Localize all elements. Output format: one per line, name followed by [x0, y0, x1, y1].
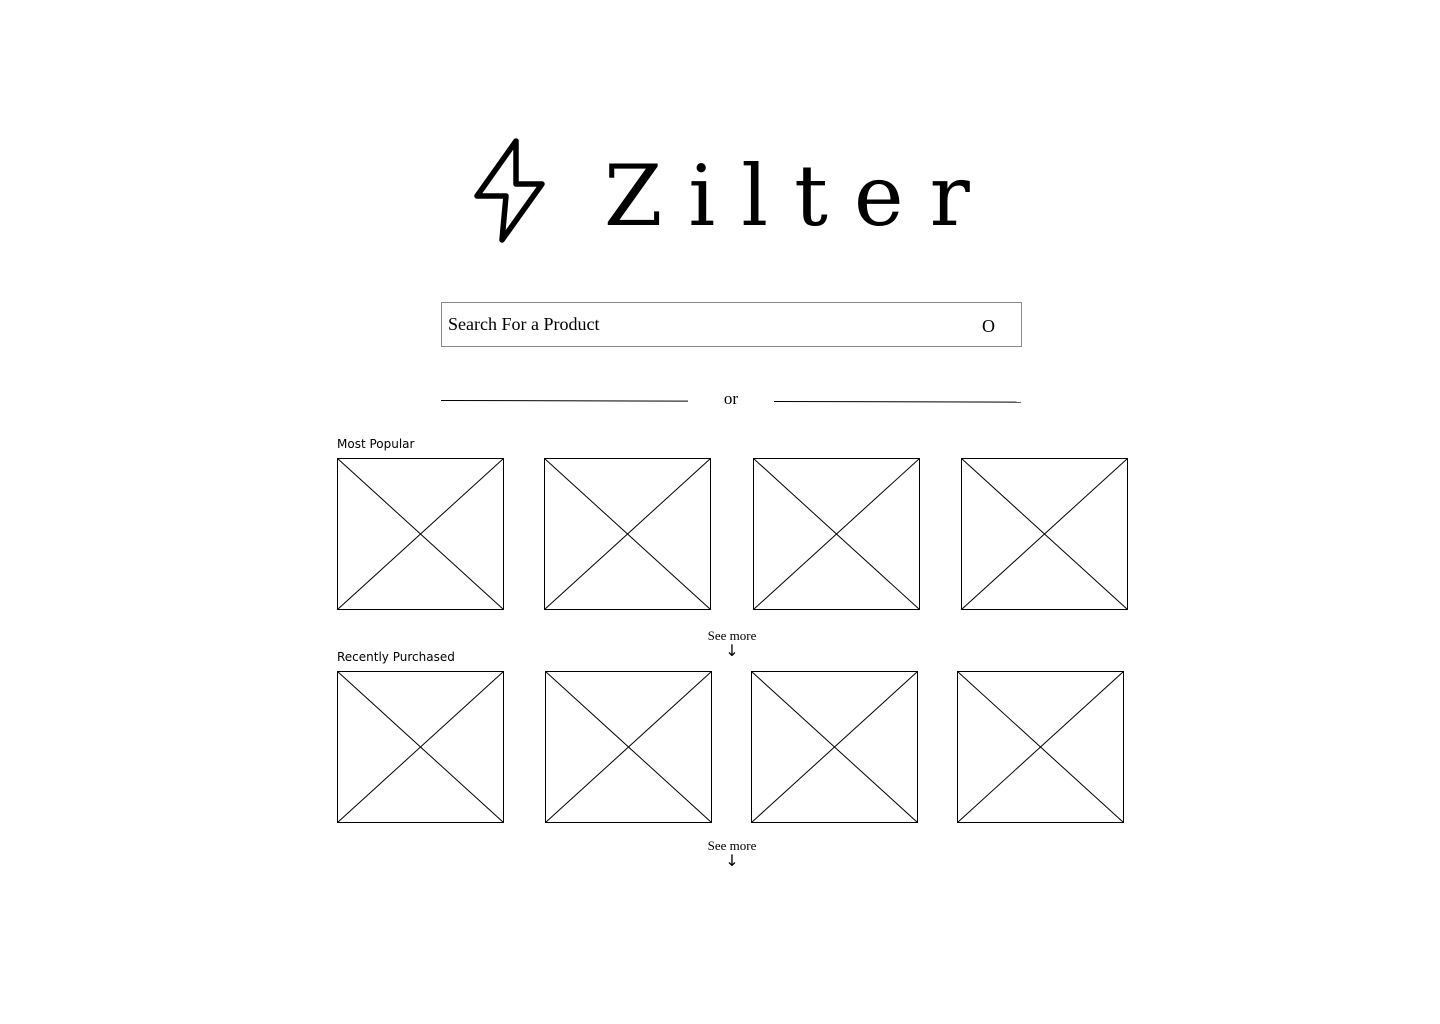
product-tile[interactable]: [337, 671, 504, 823]
see-more-most-popular-link[interactable]: See more ↓: [682, 629, 782, 659]
image-placeholder-icon: [544, 458, 711, 610]
brand-name: Zilter: [604, 147, 996, 245]
search-bar: O: [441, 302, 1022, 347]
image-placeholder-icon: [337, 458, 504, 610]
see-more-recently-purchased-link[interactable]: See more ↓: [682, 839, 782, 869]
search-input[interactable]: [448, 309, 968, 339]
image-placeholder-icon: [337, 671, 504, 823]
divider-or-label: or: [723, 389, 739, 408]
section-title-most-popular: Most Popular: [337, 437, 415, 451]
image-placeholder-icon: [753, 458, 920, 610]
product-tile[interactable]: [544, 458, 711, 610]
product-tile[interactable]: [753, 458, 920, 610]
search-icon[interactable]: O: [982, 315, 995, 337]
product-tile[interactable]: [957, 671, 1124, 823]
section-title-recently-purchased: Recently Purchased: [337, 650, 455, 664]
image-placeholder-icon: [957, 671, 1124, 823]
divider-left: [440, 400, 689, 402]
image-placeholder-icon: [961, 458, 1128, 610]
divider-right: [773, 401, 1022, 403]
image-placeholder-icon: [545, 671, 712, 823]
lightning-bolt-icon: [474, 138, 545, 243]
product-tile[interactable]: [751, 671, 918, 823]
image-placeholder-icon: [751, 671, 918, 823]
arrow-down-icon: ↓: [725, 851, 739, 870]
arrow-down-icon: ↓: [725, 641, 739, 660]
product-tile[interactable]: [337, 458, 504, 610]
product-tile[interactable]: [545, 671, 712, 823]
product-tile[interactable]: [961, 458, 1128, 610]
